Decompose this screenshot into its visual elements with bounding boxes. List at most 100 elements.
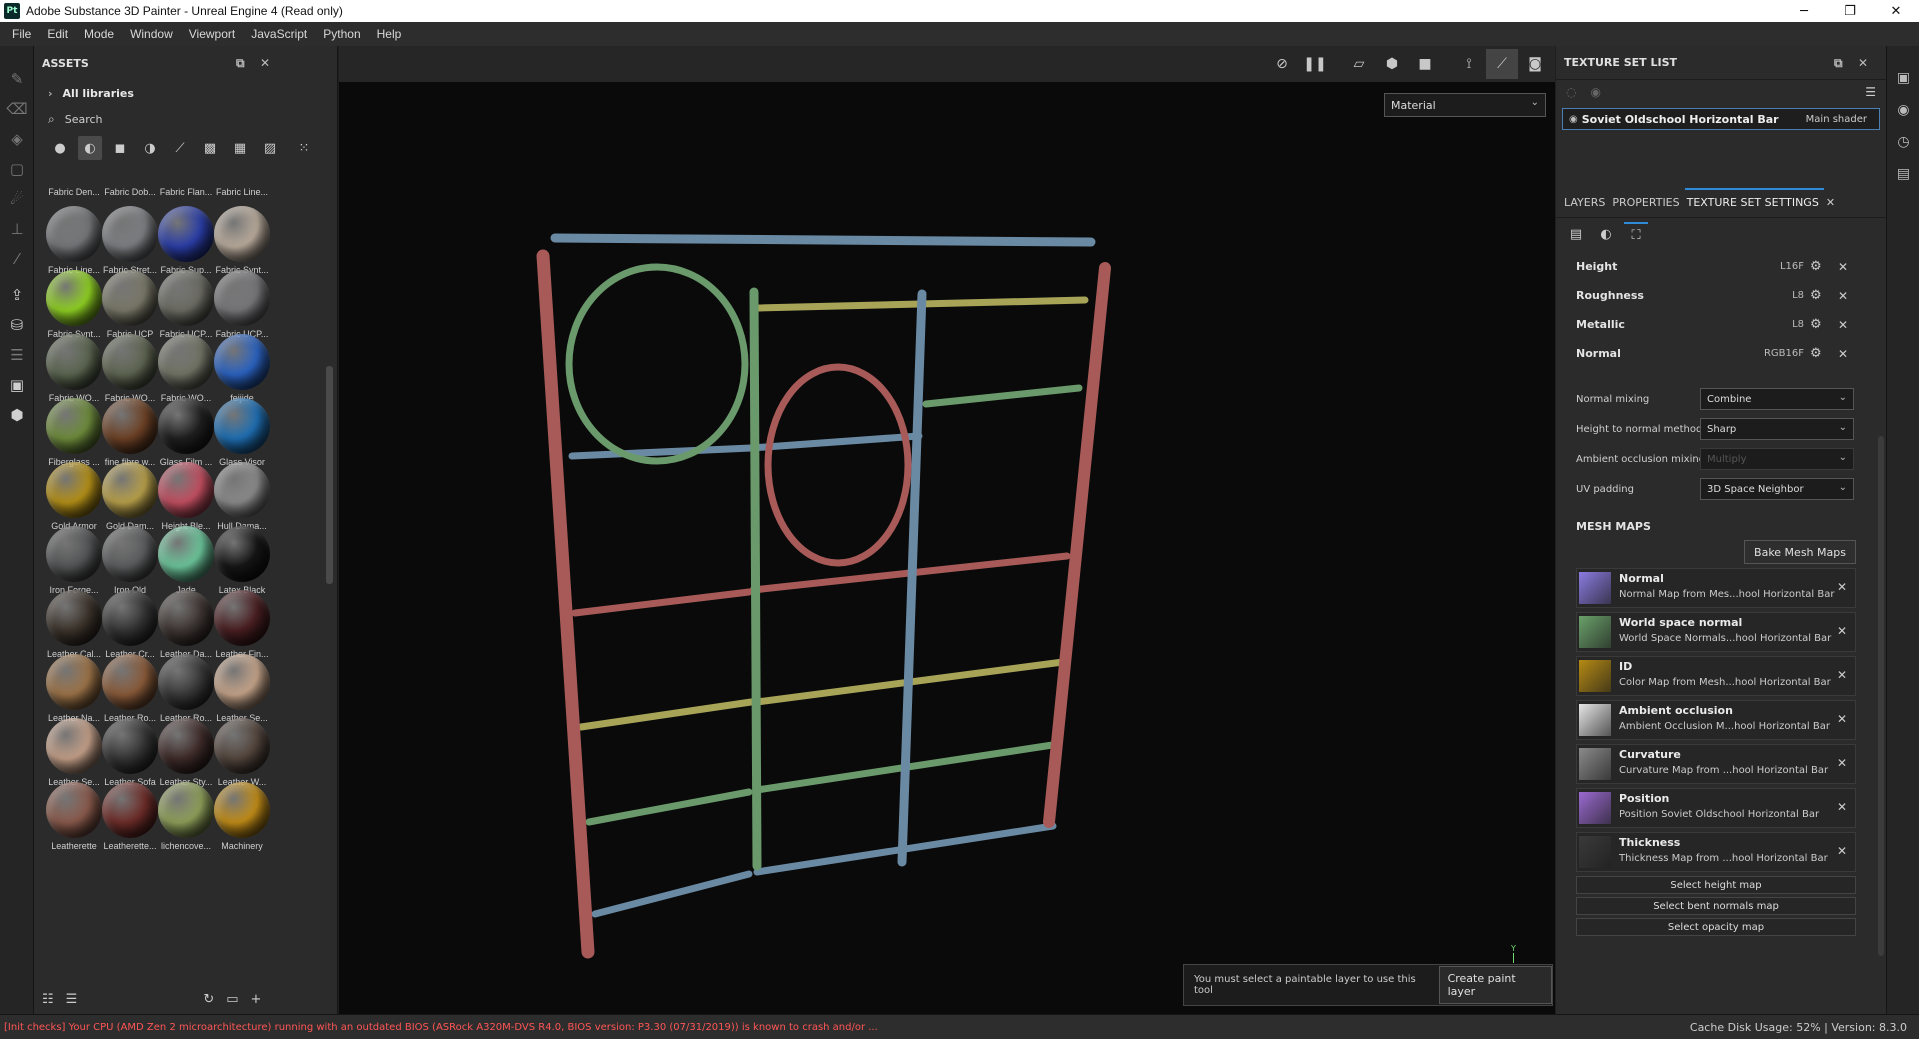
- texture-set-item[interactable]: ◉ Soviet Oldschool Horizontal Bar Main s…: [1562, 108, 1880, 130]
- viewport[interactable]: ⊘ ❚❚ ▱ ⬢ ■ ⟟ ⟋ ◙ Material ⌄ Y You must s…: [339, 46, 1555, 1014]
- channel-format[interactable]: RGB16F: [1734, 348, 1804, 359]
- asset-tile[interactable]: Fabric Line...: [208, 186, 276, 206]
- filter-environments-icon[interactable]: ▨: [258, 136, 282, 160]
- remove-map-icon[interactable]: ✕: [1837, 580, 1847, 594]
- eraser-icon[interactable]: ⌫: [0, 94, 34, 124]
- texture-set-icon[interactable]: ▤: [1564, 222, 1588, 246]
- channel-format[interactable]: L8: [1734, 319, 1804, 330]
- menu-help[interactable]: Help: [369, 27, 410, 41]
- remove-channel-icon[interactable]: ✕: [1838, 347, 1848, 361]
- brush-mode-icon[interactable]: ⟋: [1486, 49, 1518, 79]
- show-all-icon[interactable]: ◉: [1590, 85, 1600, 99]
- gear-icon[interactable]: ⚙: [1810, 288, 1822, 303]
- menu-window[interactable]: Window: [122, 27, 181, 41]
- asset-tile[interactable]: Machinery: [208, 782, 276, 860]
- menu-edit[interactable]: Edit: [39, 27, 76, 41]
- menu-mode[interactable]: Mode: [76, 27, 122, 41]
- add-asset-icon[interactable]: +: [251, 992, 262, 1007]
- eye-icon[interactable]: ◉: [1569, 114, 1578, 125]
- filter-list-icon[interactable]: ☰: [66, 992, 78, 1007]
- filter-alphas-icon[interactable]: ▦: [228, 136, 252, 160]
- smudge-icon[interactable]: ☄: [0, 184, 34, 214]
- log-icon[interactable]: ▤: [1887, 158, 1919, 190]
- mesh-map-slot[interactable]: Ambient occlusion Ambient Occlusion M...h…: [1576, 700, 1856, 740]
- refresh-icon[interactable]: ↻: [203, 992, 214, 1007]
- channel-format[interactable]: L8: [1734, 290, 1804, 301]
- grid-view-icon[interactable]: ⁙: [292, 136, 316, 160]
- mesh-map-slot[interactable]: Curvature Curvature Map from ...hool Hori…: [1576, 744, 1856, 784]
- close-panel-icon[interactable]: ✕: [260, 56, 270, 70]
- symmetry-icon[interactable]: ⟟: [1453, 49, 1485, 79]
- layer-stack-icon[interactable]: ☰: [0, 340, 34, 370]
- tab-properties[interactable]: PROPERTIES: [1610, 196, 1684, 217]
- mesh-icon[interactable]: ⛶: [1624, 222, 1648, 246]
- menu-python[interactable]: Python: [315, 27, 368, 41]
- projection-icon[interactable]: ◈: [0, 124, 34, 154]
- gear-icon[interactable]: ⚙: [1810, 317, 1822, 332]
- geometry-mask-icon[interactable]: ▢: [0, 154, 34, 184]
- close-panel-icon[interactable]: ✕: [1858, 56, 1868, 70]
- menu-icon[interactable]: ☰: [1865, 85, 1876, 99]
- gear-icon[interactable]: ⚙: [1810, 346, 1822, 361]
- mesh-map-slot[interactable]: World space normal World Space Normals...…: [1576, 612, 1856, 652]
- list-view-icon[interactable]: ☷: [42, 992, 54, 1007]
- view-2d-icon[interactable]: ▱: [1343, 49, 1375, 79]
- tab-layers[interactable]: LAYERS: [1562, 196, 1610, 217]
- menu-javascript[interactable]: JavaScript: [243, 27, 315, 41]
- setting-dropdown[interactable]: Sharp ⌄: [1700, 418, 1854, 440]
- filter-materials-icon[interactable]: ●: [48, 136, 72, 160]
- remove-map-icon[interactable]: ✕: [1837, 624, 1847, 638]
- undock-icon[interactable]: ⧉: [236, 56, 245, 71]
- filter-generators-icon[interactable]: ◑: [138, 136, 162, 160]
- display-settings-icon[interactable]: ▣: [1887, 62, 1919, 94]
- remove-channel-icon[interactable]: ✕: [1838, 289, 1848, 303]
- setting-dropdown[interactable]: 3D Space Neighbor ⌄: [1700, 478, 1854, 500]
- assets-scrollbar[interactable]: [326, 366, 333, 584]
- select-map-button[interactable]: Select bent normals map: [1576, 897, 1856, 915]
- assets-icon[interactable]: ⇪: [0, 280, 34, 310]
- mesh-map-slot[interactable]: Position Position Soviet Oldschool Horizo…: [1576, 788, 1856, 828]
- close-window-button[interactable]: ✕: [1873, 0, 1919, 22]
- filter-textures-icon[interactable]: ▩: [198, 136, 222, 160]
- texture-set-shader[interactable]: Main shader: [1806, 114, 1867, 125]
- filter-brushes-icon[interactable]: ⟋: [168, 136, 192, 160]
- folder-icon[interactable]: ▭: [226, 992, 238, 1007]
- remove-channel-icon[interactable]: ✕: [1838, 260, 1848, 274]
- search-input[interactable]: ⌕ Search: [34, 106, 337, 132]
- bios-warning[interactable]: [Init checks] Your CPU (AMD Zen 2 microa…: [0, 1022, 878, 1033]
- gear-icon[interactable]: ⚙: [1810, 259, 1822, 274]
- color-picker-icon[interactable]: ⁄: [0, 244, 34, 274]
- close-tab-icon[interactable]: ✕: [1824, 196, 1840, 217]
- library-selector[interactable]: › All libraries: [34, 80, 337, 106]
- filter-smart-materials-icon[interactable]: ◐: [78, 136, 102, 160]
- camera-icon[interactable]: ■: [1409, 49, 1441, 79]
- pause-icon[interactable]: ❚❚: [1299, 49, 1331, 79]
- view-3d-icon[interactable]: ⬢: [1376, 49, 1408, 79]
- shader-icon[interactable]: ◐: [1594, 222, 1618, 246]
- history-icon[interactable]: ◷: [1887, 126, 1919, 158]
- paint-brush-icon[interactable]: ✎: [0, 64, 34, 94]
- settings-scrollbar[interactable]: [1878, 436, 1884, 956]
- bake-icon[interactable]: ⬢: [0, 400, 34, 430]
- setting-dropdown[interactable]: Combine ⌄: [1700, 388, 1854, 410]
- channel-format[interactable]: L16F: [1734, 261, 1804, 272]
- remove-map-icon[interactable]: ✕: [1837, 800, 1847, 814]
- hide-icon[interactable]: ⊘: [1266, 49, 1298, 79]
- clone-stamp-icon[interactable]: ⊥: [0, 214, 34, 244]
- horizontal-bar-model[interactable]: [339, 82, 1555, 1012]
- bake-mesh-maps-button[interactable]: Bake Mesh Maps: [1744, 540, 1856, 564]
- tab-texture-set-settings[interactable]: TEXTURE SET SETTINGS: [1684, 188, 1824, 217]
- select-map-button[interactable]: Select opacity map: [1576, 918, 1856, 936]
- remove-map-icon[interactable]: ✕: [1837, 756, 1847, 770]
- remove-channel-icon[interactable]: ✕: [1838, 318, 1848, 332]
- mesh-map-slot[interactable]: Normal Normal Map from Mes...hool Horizon…: [1576, 568, 1856, 608]
- screenshot-icon[interactable]: ◙: [1519, 49, 1551, 79]
- create-paint-layer-button[interactable]: Create paint layer: [1438, 966, 1552, 1004]
- remove-map-icon[interactable]: ✕: [1837, 844, 1847, 858]
- shader-settings-icon[interactable]: ◉: [1887, 94, 1919, 126]
- select-map-button[interactable]: Select height map: [1576, 876, 1856, 894]
- properties-icon[interactable]: ▣: [0, 370, 34, 400]
- filter-masks-icon[interactable]: ◼: [108, 136, 132, 160]
- texture-set-icon[interactable]: ⛁: [0, 310, 34, 340]
- menu-viewport[interactable]: Viewport: [181, 27, 243, 41]
